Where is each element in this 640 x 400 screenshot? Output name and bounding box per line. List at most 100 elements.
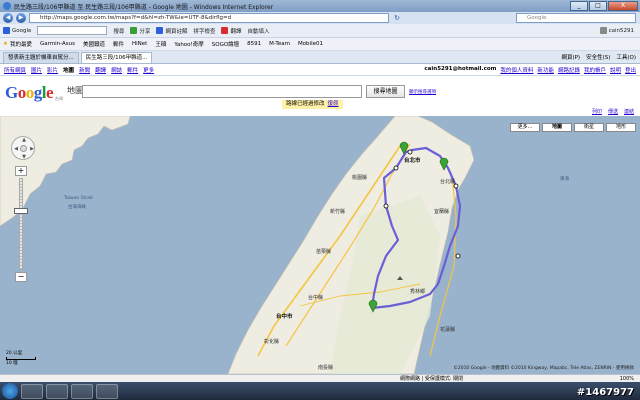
toolbar-google-label: Google (3, 27, 31, 34)
fav-item[interactable]: M-Team (269, 41, 290, 47)
start-button[interactable] (2, 383, 18, 399)
label-sea-zh: 台灣海峽 (68, 205, 86, 210)
profile-link[interactable]: 我的個人資料 (500, 66, 533, 74)
search-maps-button[interactable]: 搜尋地圖 (366, 85, 405, 98)
tab-forum[interactable]: 發表新主題於機車自駕分... (3, 52, 79, 63)
gbar-images[interactable]: 圖片 (31, 66, 42, 74)
page-menu[interactable]: 網頁(P) (561, 53, 580, 61)
gbar-video[interactable]: 影片 (47, 66, 58, 74)
link-link[interactable]: 連結 (624, 108, 634, 115)
maximize-button[interactable]: □ (589, 1, 607, 11)
gbar-news[interactable]: 新聞 (79, 66, 90, 74)
pan-right-icon[interactable]: ▶ (28, 146, 36, 152)
label-taichung-city: 台中市 (276, 314, 293, 320)
fav-item[interactable]: 郵件 (113, 40, 124, 48)
toolbar-item-translate[interactable]: 翻譯 (221, 27, 241, 35)
waypoint[interactable] (393, 165, 399, 171)
close-button[interactable]: X (608, 1, 638, 11)
toolbar-item-notes[interactable]: 網頁註解 (156, 27, 187, 35)
account-link[interactable]: 我的帳戶 (584, 66, 606, 74)
user-email: cain5291@hotmail.com (424, 65, 497, 72)
minimize-button[interactable]: _ (570, 1, 588, 11)
send-link[interactable]: 傳送 (608, 108, 618, 115)
map-canvas[interactable]: 台北市 桃園縣 新竹縣 苗栗縣 台中縣 台中市 彰化縣 南投縣 宜蘭縣 花蓮縣 … (0, 116, 640, 374)
map-svg (0, 116, 475, 374)
taskbar-media[interactable] (71, 383, 93, 399)
route-modified-notice: 路線已經過修改 復原 (282, 100, 343, 109)
toolbar-item-account[interactable]: cain5291 (599, 27, 634, 34)
address-row: ◀ ▶ http://maps.google.com.tw/maps?f=d&h… (0, 12, 640, 24)
undo-link[interactable]: 復原 (328, 101, 339, 107)
ie-search-input[interactable]: Google (516, 13, 636, 23)
toolbar-item-spellcheck[interactable]: 拼字檢查 (193, 27, 215, 35)
tools-menu[interactable]: 工具(O) (616, 53, 636, 61)
fav-item[interactable]: SOGO論壇 (212, 40, 239, 48)
waypoint[interactable] (455, 253, 461, 259)
fav-item[interactable]: HiNet (132, 41, 147, 47)
zoom-out-button[interactable]: − (15, 272, 27, 282)
google-bar: 所有網頁 圖片 影片 地圖 新聞 翻譯 網誌 郵件 更多 cain5291@ho… (0, 64, 640, 76)
fav-item[interactable]: Garmin-Asus (40, 41, 75, 47)
toolbar-item-share[interactable]: 分享 (130, 27, 150, 35)
history-link[interactable]: 網路記錄 (558, 66, 580, 74)
window-titlebar: 民生路三段/106甲縣道 至 民生路三段/106甲縣道 - Google 地圖 … (0, 0, 640, 12)
map-type-terrain[interactable]: 地形 (606, 123, 636, 132)
pan-up-icon[interactable]: ▲ (20, 137, 28, 143)
tab-google-maps[interactable]: 民生路三段/106甲縣道... (80, 52, 153, 63)
status-bar: 網際網路 | 受保護模式: 關閉 100% (0, 374, 640, 382)
map-scale: 20 公里 10 哩 (6, 350, 36, 366)
toolbar-search-field[interactable] (37, 26, 108, 35)
label-taichung: 台中縣 (308, 295, 324, 301)
fav-item[interactable]: 美國鐵道 (83, 40, 105, 48)
taskbar-ie[interactable] (21, 383, 43, 399)
signout-link[interactable]: 登出 (625, 66, 636, 74)
watermark: #1467977 (576, 387, 634, 398)
gbar-web[interactable]: 所有網頁 (4, 66, 26, 74)
gbar-translate[interactable]: 翻譯 (95, 66, 106, 74)
maps-search-input[interactable] (82, 85, 362, 98)
search-options-link[interactable]: 顯示搜尋選項 (409, 89, 436, 95)
safety-menu[interactable]: 安全性(S) (586, 53, 610, 61)
more-layers-button[interactable]: 更多... (510, 123, 540, 132)
pan-down-icon[interactable]: ▼ (20, 154, 28, 160)
taskbar-app[interactable] (96, 383, 118, 399)
google-logo[interactable]: Google (5, 83, 54, 103)
zoom-level[interactable]: 100% (620, 376, 640, 382)
refresh-icon[interactable]: ↻ (392, 13, 402, 23)
gbar-mail[interactable]: 郵件 (127, 66, 138, 74)
favorites-button[interactable]: ★ 我的最愛 (3, 40, 32, 48)
label-xiulin: 秀林鄉 (410, 289, 426, 295)
print-link[interactable]: 列印 (592, 108, 602, 115)
map-copyright[interactable]: ©2010 Google - 地圖資料 ©2010 Kingway, Mapab… (453, 365, 634, 371)
fav-item[interactable]: 8591 (247, 41, 261, 47)
label-pacific: 東海 (560, 177, 569, 182)
zoom-slider-thumb[interactable] (14, 208, 28, 214)
map-type-satellite[interactable]: 衛星 (574, 123, 604, 132)
ie-icon (3, 2, 11, 10)
pan-left-icon[interactable]: ◀ (12, 146, 20, 152)
address-bar[interactable]: http://maps.google.com.tw/maps?f=d&hl=zh… (29, 13, 389, 23)
favorites-bar: ★ 我的最愛 Garmin-Asus 美國鐵道 郵件 HiNet 王碩 Yahoo… (0, 38, 640, 51)
back-button[interactable]: ◀ (3, 13, 13, 23)
waypoint[interactable] (407, 149, 413, 155)
fav-item[interactable]: Mobile01 (298, 41, 323, 47)
zoom-slider-track[interactable] (19, 178, 23, 270)
security-zone[interactable]: 網際網路 | 受保護模式: 關閉 (400, 375, 463, 382)
scale-km: 20 公里 (6, 351, 23, 356)
tab-row: 發表新主題於機車自駕分... 民生路三段/106甲縣道... 網頁(P) 安全性… (0, 51, 640, 64)
waypoint[interactable] (383, 203, 389, 209)
toolbar-item-autofill[interactable]: 自動填入 (247, 27, 269, 35)
toolbar-item-search[interactable]: 搜尋 (113, 27, 124, 35)
new-features-link[interactable]: 新功能 (537, 66, 554, 74)
help-link[interactable]: 說明 (610, 66, 621, 74)
zoom-in-button[interactable]: + (15, 166, 27, 176)
pan-control[interactable]: ▲ ▼ ◀ ▶ (11, 136, 35, 160)
label-yilan: 宜蘭縣 (434, 209, 450, 215)
fav-item[interactable]: 王碩 (155, 40, 166, 48)
map-type-map[interactable]: 地圖 (542, 123, 572, 132)
taskbar-explorer[interactable] (46, 383, 68, 399)
gbar-blogs[interactable]: 網誌 (111, 66, 122, 74)
forward-button[interactable]: ▶ (16, 13, 26, 23)
gbar-more[interactable]: 更多 (143, 66, 154, 74)
fav-item[interactable]: Yahoo!奇摩 (174, 40, 203, 48)
